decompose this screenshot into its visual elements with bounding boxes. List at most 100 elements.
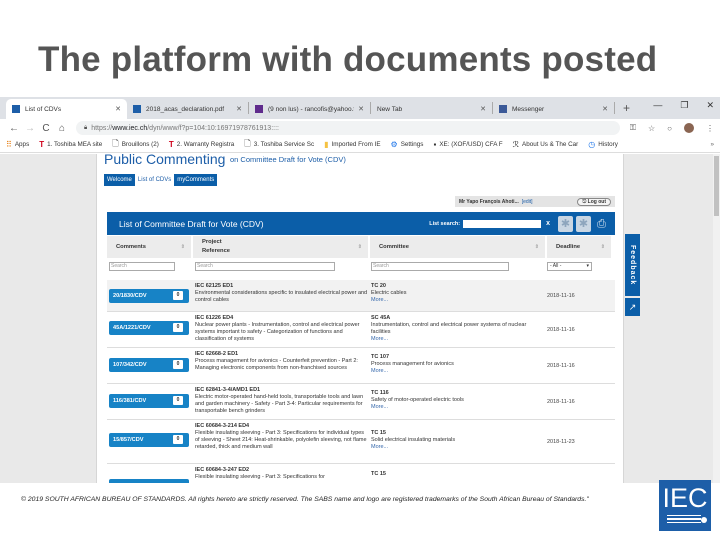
close-tab-icon[interactable]: ✕ xyxy=(115,105,121,113)
feedback-button[interactable]: Feedback xyxy=(625,234,640,296)
bookmark-toshiba-mea[interactable]: T 1. Toshiba MEA site xyxy=(39,140,102,149)
logout-label: Log out xyxy=(587,198,606,205)
tab-label: 2018_acas_declaration.pdf xyxy=(146,105,225,113)
column-header-deadline[interactable]: Deadline ⇕ xyxy=(547,236,611,258)
bookmark-toshiba-service[interactable]: 🗋︎ 3. Toshiba Service Sc xyxy=(244,138,314,152)
sort-icon: ⇕ xyxy=(534,244,539,250)
close-tab-icon[interactable]: ✕ xyxy=(236,105,242,113)
scrollbar[interactable] xyxy=(713,154,720,483)
column-header-project-reference[interactable]: Project Reference ⇕ xyxy=(193,236,368,258)
bookmark-brouillons[interactable]: 🗋︎ Brouillons (2) xyxy=(112,138,159,152)
dropdown-arrow-icon: ▾ xyxy=(586,263,589,269)
column-header-comments[interactable]: Comments ⇕ xyxy=(107,236,191,258)
logout-button[interactable]: ⎋ Log out xyxy=(577,197,611,206)
browser-tab-messenger[interactable]: Messenger ✕ xyxy=(493,99,614,119)
home-icon[interactable]: ⌂ xyxy=(54,123,70,134)
close-tab-icon[interactable]: ✕ xyxy=(480,105,486,113)
bookmark-apps[interactable]: ⠿ Apps xyxy=(6,140,29,149)
more-link[interactable]: More... xyxy=(371,297,541,304)
reload-icon[interactable]: C xyxy=(38,123,54,134)
close-window-icon[interactable]: ✕ xyxy=(706,100,714,111)
minimize-icon[interactable]: — xyxy=(653,100,662,111)
cdv-id: 116/381/CDV xyxy=(113,398,147,404)
project-cell: IEC 61226 ED4 Nuclear power plants - Inst… xyxy=(195,315,370,343)
profile-avatar[interactable] xyxy=(684,123,694,133)
comments-search-input[interactable]: Search xyxy=(109,262,175,271)
cdv-button[interactable]: 107/342/CDV 0 xyxy=(109,358,189,372)
bookmark-label: Settings xyxy=(400,141,424,148)
sort-icon: ⇕ xyxy=(180,244,185,250)
person-icon: ℛ xyxy=(512,140,520,149)
close-tab-icon[interactable]: ✕ xyxy=(358,105,364,113)
bookmarks-more-button[interactable]: » xyxy=(710,141,714,148)
more-link[interactable]: More... xyxy=(371,368,541,375)
menu-dots-icon[interactable]: ⋮ xyxy=(706,124,714,133)
committee-id: TC 20 xyxy=(371,283,386,289)
facebook-favicon-icon xyxy=(499,105,507,113)
star-icon[interactable]: ☆ xyxy=(648,124,655,133)
committee-id: TC 15 xyxy=(371,430,386,436)
browser-tab-list-of-cdvs[interactable]: List of CDVs ✕ xyxy=(6,99,127,119)
deadline-cell: 2018-11-16 xyxy=(547,293,575,299)
project-cell: IEC 60684-3-214 ED4 Flexible insulating s… xyxy=(195,423,370,451)
cdv-button[interactable]: 15/857/CDV 0 xyxy=(109,433,189,447)
page-icon: 🗋︎ xyxy=(112,138,119,148)
committee-desc: Process management for avionics xyxy=(371,361,454,367)
gear-icon: ⚙ xyxy=(390,140,398,149)
folder-icon: ▮ xyxy=(324,140,329,149)
bookmark-xe[interactable]: ▪ XE: (XOF/USD) CFA F xyxy=(433,140,502,149)
forward-icon[interactable]: → xyxy=(22,123,38,134)
print-icon[interactable]: ⎙ xyxy=(594,216,609,232)
bookmark-imported-ie[interactable]: ▮ Imported From IE xyxy=(324,140,380,149)
tab-my-comments[interactable]: myComments xyxy=(174,174,218,186)
deadline-select[interactable]: - All - ▾ xyxy=(547,262,592,271)
project-ref: IEC 60684-3-247 ED2 xyxy=(195,467,250,473)
tab-label: (9 non lus) - rancofis@yahoo.fr xyxy=(268,105,355,113)
column-header-committee[interactable]: Committee ⇕ xyxy=(370,236,545,258)
edit-profile-link[interactable]: [edit] xyxy=(522,199,533,205)
back-icon[interactable]: ← xyxy=(6,123,22,134)
more-link[interactable]: More... xyxy=(371,444,541,451)
cdv-button[interactable]: 20/1830/CDV 0 xyxy=(109,289,189,303)
comment-count-badge: 0 xyxy=(173,360,183,369)
url-input[interactable]: 🔒︎ https:// www.iec.ch /dyn/www/f?p=104:… xyxy=(76,121,620,135)
share-icon[interactable]: ↗ xyxy=(625,298,640,316)
extension-icon[interactable]: ○ xyxy=(667,124,672,133)
browser-tab-mail[interactable]: (9 non lus) - rancofis@yahoo.fr ✕ xyxy=(249,99,370,119)
deadline-cell: 2018-11-16 xyxy=(547,399,575,405)
committee-search-input[interactable]: Search xyxy=(371,262,509,271)
toolbar-icons: ⚿ ☆ ○ ⋮ xyxy=(630,123,714,133)
list-search-input[interactable] xyxy=(463,219,542,228)
restore-icon[interactable]: ❐ xyxy=(680,100,688,111)
table-row: 116/381/CDV 0 IEC 62841-3-4/AMD1 ED1 Elect… xyxy=(107,384,615,420)
bookmark-settings[interactable]: ⚙ Settings xyxy=(391,140,424,149)
more-link[interactable]: More... xyxy=(371,336,541,343)
clear-search-button[interactable]: x xyxy=(546,220,550,227)
bookmark-history[interactable]: ◷ History xyxy=(588,140,618,149)
bookmark-about-us[interactable]: ℛ About Us & The Car xyxy=(513,140,579,149)
cdv-button[interactable] xyxy=(109,479,189,483)
table-row: 15/857/CDV 0 IEC 60684-3-214 ED4 Flexible … xyxy=(107,420,615,464)
cdv-id: 107/342/CDV xyxy=(113,362,147,368)
cdv-button[interactable]: 45A/1221/CDV 0 xyxy=(109,321,189,335)
project-desc: Electric motor-operated hand-held tools,… xyxy=(195,394,364,414)
bookmark-label: History xyxy=(598,141,618,148)
scrollbar-thumb[interactable] xyxy=(714,156,719,216)
tab-list-of-cdvs[interactable]: List of CDVs xyxy=(134,174,175,186)
project-desc: Environmental considerations specific to… xyxy=(195,290,368,303)
close-tab-icon[interactable]: ✕ xyxy=(602,105,608,113)
browser-tab-new-tab[interactable]: New Tab ✕ xyxy=(371,99,492,119)
browser-tab-pdf[interactable]: 2018_acas_declaration.pdf ✕ xyxy=(127,99,248,119)
bookmark-warranty[interactable]: T 2. Warranty Registra xyxy=(169,140,234,149)
user-bar: Mr Yapo François Ahoti... [edit] ⎋ Log o… xyxy=(455,196,615,207)
deadline-cell: 2018-11-23 xyxy=(547,439,575,445)
project-search-input[interactable]: Search xyxy=(195,262,335,271)
tab-welcome[interactable]: Welcome xyxy=(104,174,135,186)
new-tab-button[interactable]: + xyxy=(615,101,638,115)
puzzle-icon[interactable]: ✱ xyxy=(576,215,591,232)
key-icon[interactable]: ⚿ xyxy=(630,123,636,133)
project-ref: IEC 61226 ED4 xyxy=(195,315,234,321)
more-link[interactable]: More... xyxy=(371,404,541,411)
puzzle-icon[interactable]: ✱ xyxy=(558,215,573,232)
cdv-button[interactable]: 116/381/CDV 0 xyxy=(109,394,189,408)
